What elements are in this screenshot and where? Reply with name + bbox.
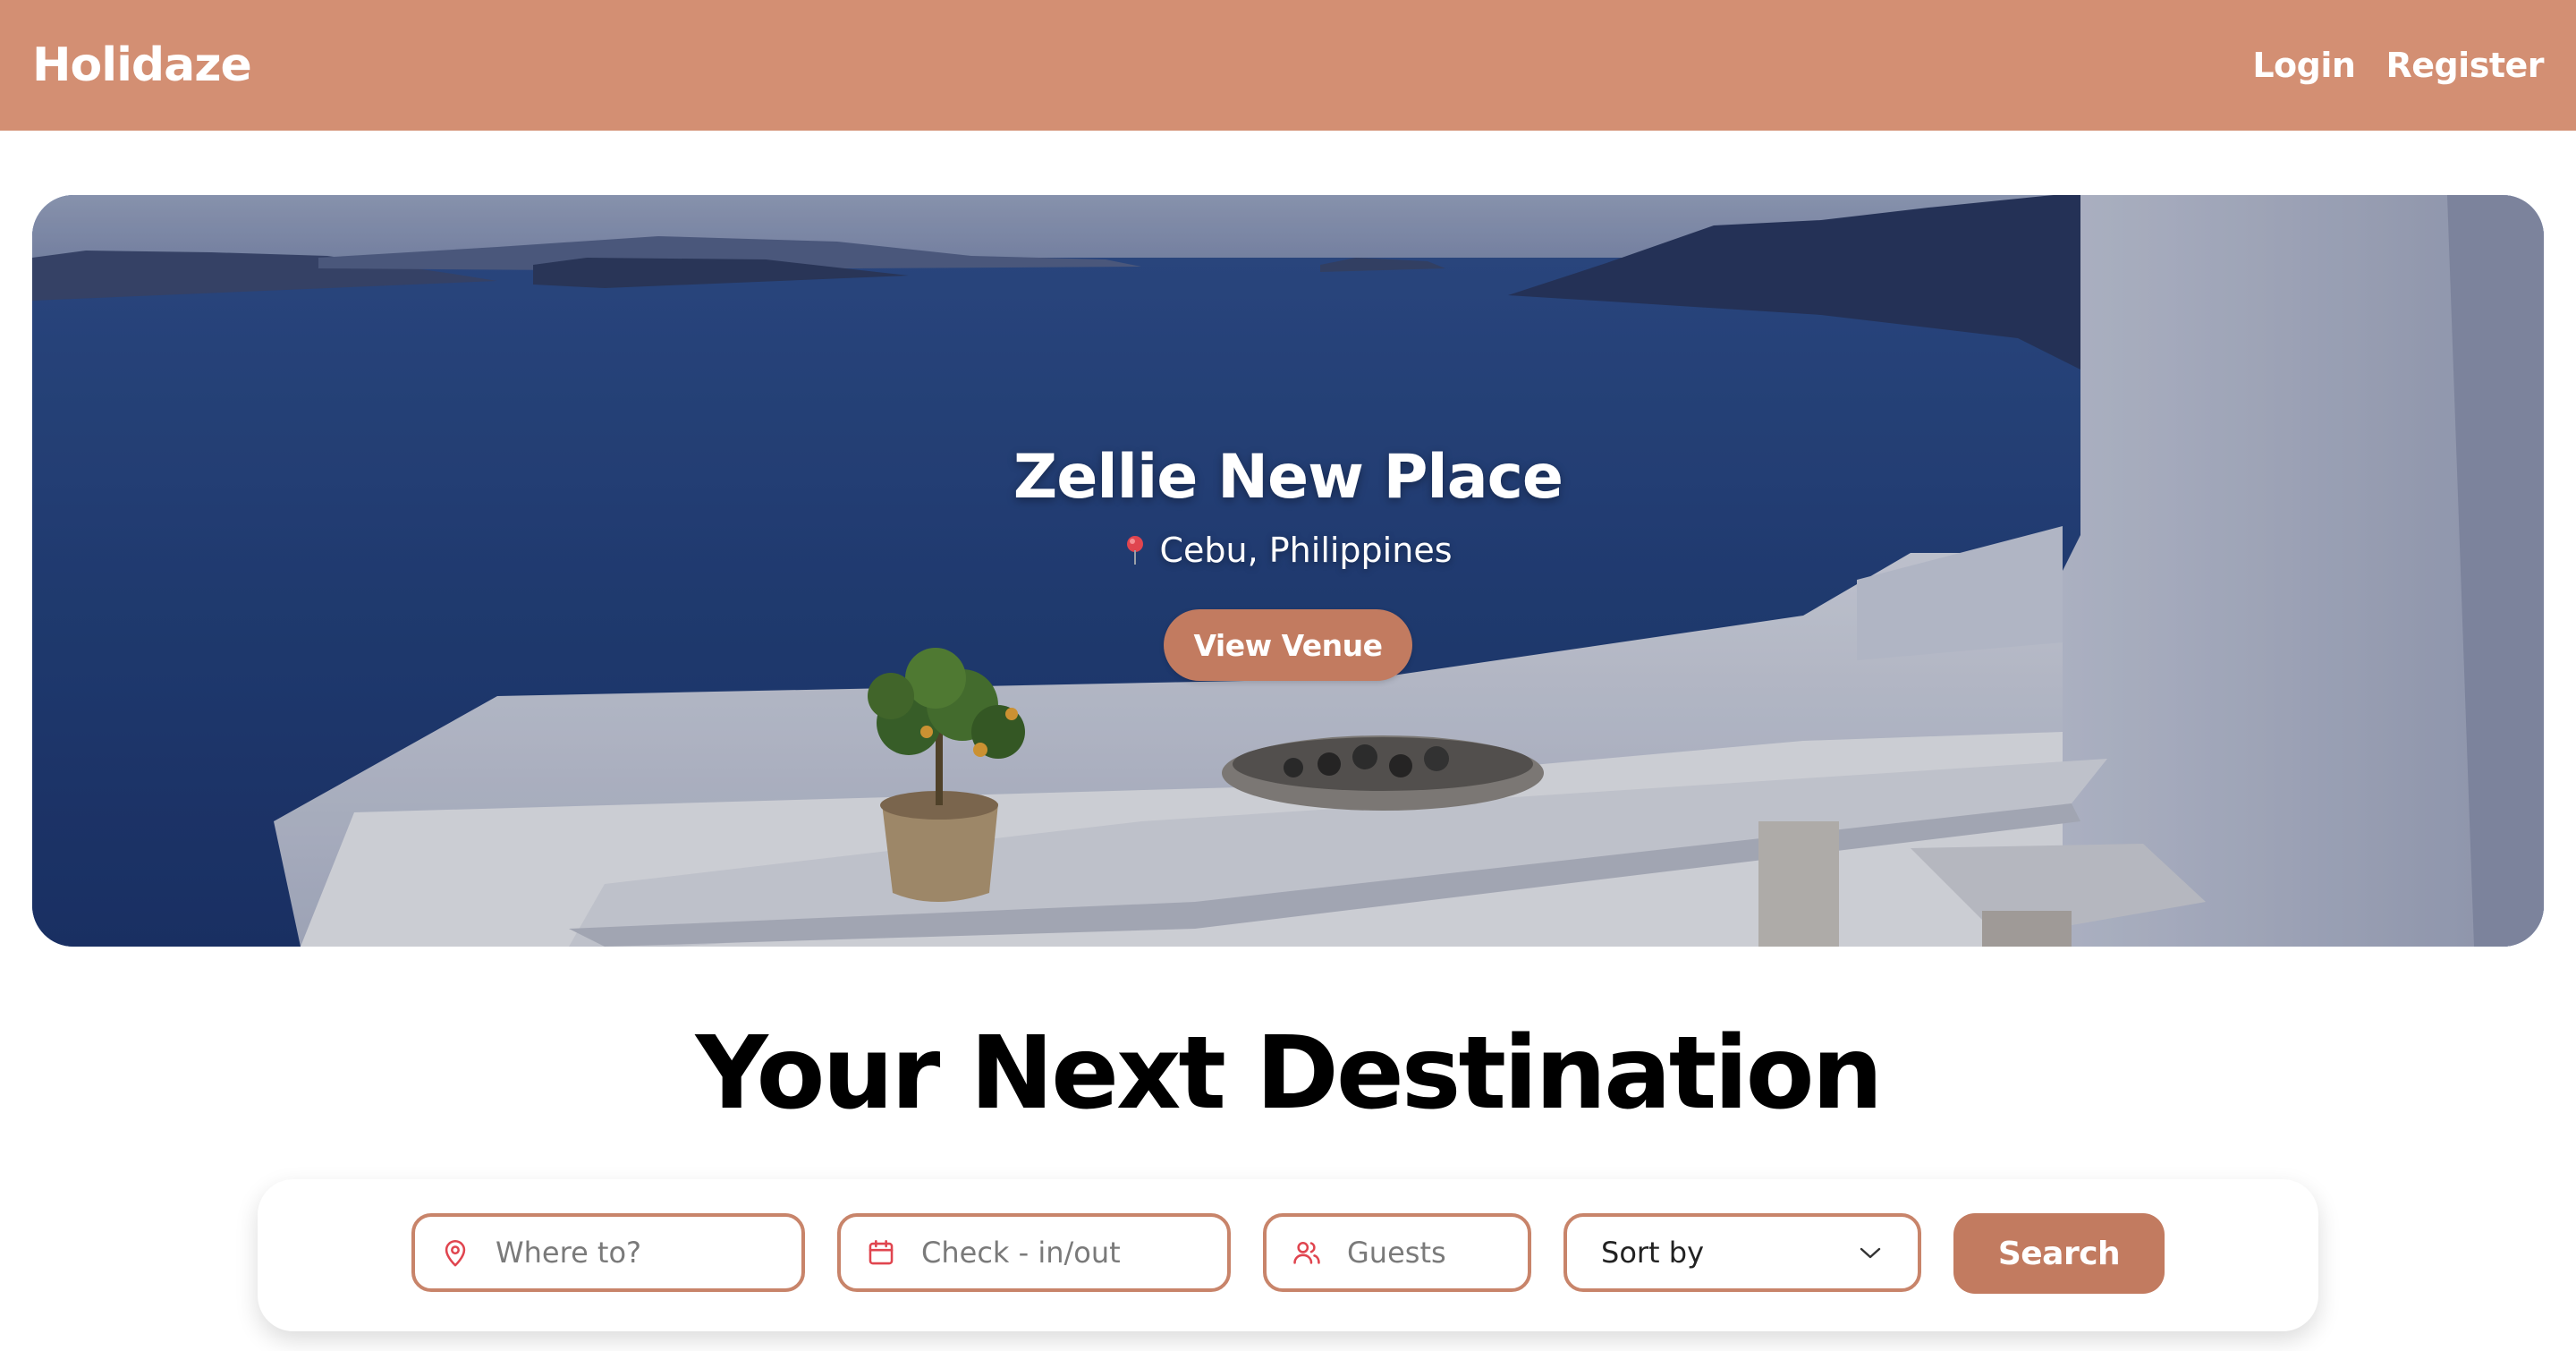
login-link[interactable]: Login	[2252, 46, 2356, 85]
venue-location-text: Cebu, Philippines	[1159, 531, 1453, 570]
register-link[interactable]: Register	[2385, 46, 2544, 85]
section-title: Your Next Destination	[695, 1015, 1884, 1132]
brand-logo[interactable]: Holidaze	[32, 38, 252, 92]
dates-input[interactable]	[921, 1236, 1227, 1270]
search-button[interactable]: Search	[1953, 1213, 2165, 1294]
venue-location: Cebu, Philippines	[1123, 531, 1453, 570]
hero-banner: Zellie New Place Cebu, Philippines View …	[32, 195, 2544, 947]
dates-field[interactable]	[837, 1213, 1231, 1292]
view-venue-button[interactable]: View Venue	[1164, 609, 1412, 681]
sort-select-label: Sort by	[1601, 1236, 1705, 1270]
guests-field[interactable]	[1263, 1213, 1531, 1292]
where-input[interactable]	[496, 1236, 801, 1270]
map-pin-icon	[445, 1239, 466, 1267]
sort-select[interactable]: Sort by	[1563, 1213, 1921, 1292]
search-bar: Sort by Search	[258, 1179, 2318, 1331]
map-pin-icon	[1127, 536, 1144, 565]
guests-input[interactable]	[1347, 1236, 1528, 1270]
hero-content: Zellie New Place Cebu, Philippines View …	[32, 195, 2544, 947]
venue-title: Zellie New Place	[1013, 442, 1563, 513]
chevron-down-icon	[1860, 1247, 1881, 1259]
auth-nav: Login Register	[2252, 46, 2544, 85]
where-field[interactable]	[411, 1213, 805, 1292]
users-icon	[1293, 1241, 1320, 1264]
calendar-icon	[869, 1239, 894, 1265]
top-navbar: Holidaze Login Register	[0, 0, 2576, 131]
